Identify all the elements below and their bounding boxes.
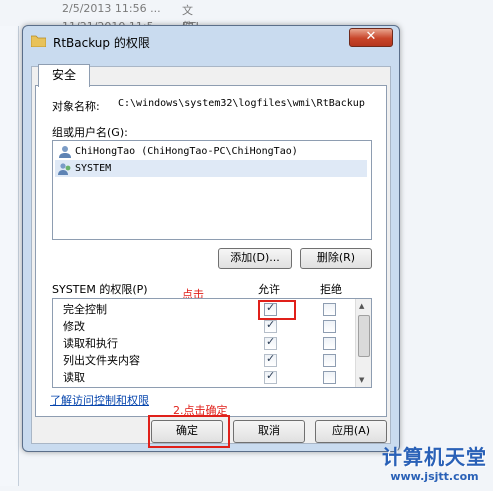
allow-list-folder-checkbox[interactable] [264,352,277,367]
user-name: ChiHongTao (ChiHongTao-PC\ChiHongTao) [75,146,298,157]
group-user-label: 组或用户名(G): [52,126,128,139]
allow-read-checkbox[interactable] [264,369,277,384]
add-button[interactable]: 添加(D)... [218,248,292,269]
user-name: SYSTEM [75,163,112,174]
apply-button[interactable]: 应用(A) [315,420,387,443]
dialog-title: RtBackup 的权限 [53,36,150,50]
object-path: C:\windows\system32\logfiles\wmi\RtBacku… [118,98,365,109]
deny-modify-checkbox[interactable] [323,320,336,333]
allow-read-execute-checkbox[interactable] [264,335,277,350]
watermark-title: 计算机天堂 [382,445,487,469]
permissions-dialog: RtBackup 的权限 ✕ 安全 对象名称: C:\windows\syste… [22,25,400,452]
tab-security[interactable]: 安全 [38,64,90,87]
close-button[interactable]: ✕ [349,28,393,47]
allow-column-header: 允许 [258,283,280,296]
permission-row: 读取 [63,371,85,384]
permissions-label: SYSTEM 的权限(P) [52,283,148,296]
close-icon: ✕ [365,29,377,44]
learn-permissions-link[interactable]: 了解访问控制和权限 [50,392,149,408]
object-name-label: 对象名称: [52,100,100,113]
user-list[interactable]: ChiHongTao (ChiHongTao-PC\ChiHongTao) SY… [52,140,372,240]
title-bar[interactable]: RtBackup 的权限 ✕ [23,26,399,56]
list-item-user-selected[interactable]: SYSTEM [55,160,367,177]
permission-row: 修改 [63,320,85,333]
permission-row: 列出文件夹内容 [63,354,140,367]
users-group-icon [58,163,71,175]
folder-icon [31,35,46,47]
allow-modify-checkbox[interactable] [264,318,277,333]
watermark-logo: 计算机天堂 www.jsjtt.com [382,441,487,483]
user-icon [59,146,71,158]
cancel-button[interactable]: 取消 [233,420,305,443]
scroll-up-icon[interactable]: ▲ [359,302,364,310]
watermark-url: www.jsjtt.com [390,470,479,483]
permissions-table: 完全控制 修改 读取和执行 列出文件夹内容 读取 ▲ ▼ [52,298,372,388]
file-date: 2/5/2013 11:56 ... [62,2,161,15]
security-tab-content: 对象名称: C:\windows\system32\logfiles\wmi\R… [35,85,387,417]
deny-list-folder-checkbox[interactable] [323,354,336,367]
highlight-ok-button [148,415,230,448]
scroll-down-icon[interactable]: ▼ [359,376,364,384]
deny-read-checkbox[interactable] [323,371,336,384]
highlight-full-control-allow [258,300,296,320]
background-nav-pane [0,26,19,486]
permission-row: 完全控制 [63,303,107,316]
background-file-row: 2/5/2013 11:56 ... 文件夹 [62,2,193,49]
deny-read-execute-checkbox[interactable] [323,337,336,350]
list-item-user[interactable]: ChiHongTao (ChiHongTao-PC\ChiHongTao) [55,143,298,160]
permissions-scrollbar[interactable]: ▲ ▼ [355,299,371,387]
deny-column-header: 拒绝 [320,283,342,296]
remove-button[interactable]: 删除(R) [300,248,372,269]
deny-full-control-checkbox[interactable] [323,303,336,316]
scroll-thumb[interactable] [358,315,370,357]
permission-row: 读取和执行 [63,337,118,350]
